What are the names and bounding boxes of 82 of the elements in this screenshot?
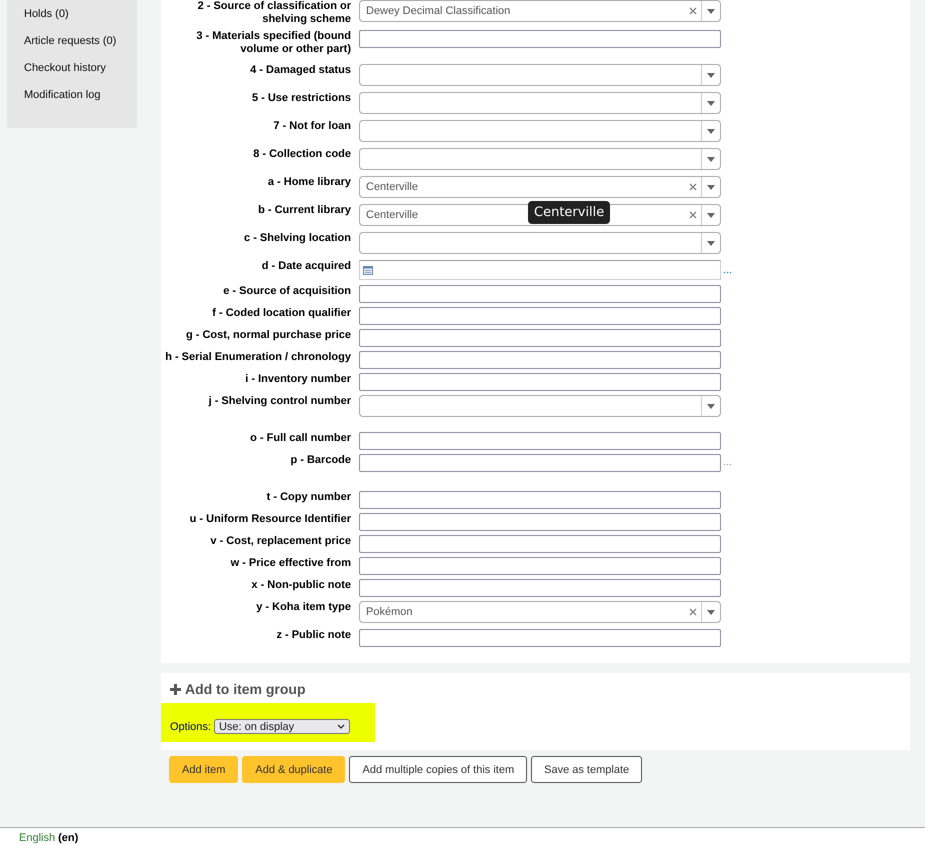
sidebar-link[interactable]: Modification log [24,89,137,101]
language-link[interactable]: English [19,832,56,844]
input-field[interactable] [359,351,721,369]
ellipsis-icon[interactable] [723,463,732,466]
field-label: p - Barcode [289,454,351,468]
calendar-icon[interactable] [363,266,373,274]
section-heading[interactable]: Add to item group [185,681,306,697]
input-field[interactable] [359,30,721,48]
clear-icon[interactable] [689,183,697,191]
date-field[interactable] [359,260,721,280]
select-field[interactable] [359,148,721,170]
select-field[interactable]: Pokémon [359,601,721,623]
select-field[interactable] [359,92,721,114]
field-label: y - Koha item type [255,601,351,614]
select-field[interactable]: Dewey Decimal Classification [359,0,721,22]
field-label: a - Home library [266,176,351,189]
sidebar-link[interactable]: Checkout history [24,62,137,74]
input-field[interactable] [359,557,721,575]
caret-icon [707,129,715,134]
clear-icon[interactable] [689,7,697,15]
field-label: 3 - Materials specified (bound volume or other part) [195,30,351,57]
caret-icon [707,73,715,78]
input-field[interactable] [359,491,721,509]
field-label: h - Serial Enumeration / chronology [164,351,351,365]
caret-icon [707,9,715,14]
input-field[interactable] [359,454,721,472]
select-field[interactable] [359,395,721,417]
input-field[interactable] [359,373,721,391]
action-button[interactable]: Add multiple copies of this item [349,756,528,783]
language-code: (en) [58,832,78,844]
input-field[interactable] [359,432,721,450]
sidebar-link[interactable]: Holds (0) [24,8,137,20]
caret-icon [707,241,715,246]
field-label: z - Public note [275,629,351,643]
input-field[interactable] [359,629,721,647]
field-label: 7 - Not for loan [272,120,351,133]
field-label: 5 - Use restrictions [250,92,351,105]
action-button[interactable]: Add & duplicate [242,756,346,783]
field-label: t - Copy number [266,491,351,505]
sidebar-link[interactable]: Article requests (0) [24,35,137,47]
field-label: 2 - Source of classification or shelving scheme [196,0,351,26]
plus-icon[interactable] [170,684,181,694]
field-label: b - Current library [257,204,351,217]
input-field[interactable] [359,535,721,553]
caret-icon [707,404,715,409]
ellipsis-icon[interactable] [723,271,732,274]
input-field[interactable] [359,307,721,325]
select-field[interactable] [359,64,721,86]
field-label: x - Non-public note [250,579,351,593]
caret-icon [707,157,715,162]
options-label: Options: [170,720,211,732]
clear-icon[interactable] [689,211,697,219]
field-label: o - Full call number [249,432,351,446]
field-label: j - Shelving control number [208,395,351,409]
tooltip: Centerville [528,201,610,224]
field-label: f - Coded location qualifier [211,307,351,321]
input-field[interactable] [359,513,721,531]
caret-icon [707,185,715,190]
field-label: v - Cost, replacement price [209,535,351,549]
caret-icon [707,101,715,106]
field-label: e - Source of acquisition [222,285,351,299]
options-select[interactable]: Use: on display [214,719,350,734]
clear-icon[interactable] [689,608,697,616]
field-label: d - Date acquired [260,260,351,273]
select-field[interactable] [359,120,721,142]
input-field[interactable] [359,329,721,347]
caret-icon [707,610,715,615]
field-label: w - Price effective from [230,557,351,571]
field-label: u - Uniform Resource Identifier [188,513,351,527]
action-button[interactable]: Add item [169,756,238,783]
field-label: g - Cost, normal purchase price [184,329,351,343]
field-label: c - Shelving location [243,232,351,245]
input-field[interactable] [359,579,721,597]
input-field[interactable] [359,285,721,303]
caret-icon [707,213,715,218]
field-label: i - Inventory number [244,373,351,387]
select-field[interactable] [359,232,721,254]
field-label: 4 - Damaged status [249,64,351,77]
chevron-icon [336,724,345,729]
field-label: 8 - Collection code [252,148,351,161]
action-button[interactable]: Save as template [531,756,642,783]
select-field[interactable]: Centerville [359,176,721,198]
